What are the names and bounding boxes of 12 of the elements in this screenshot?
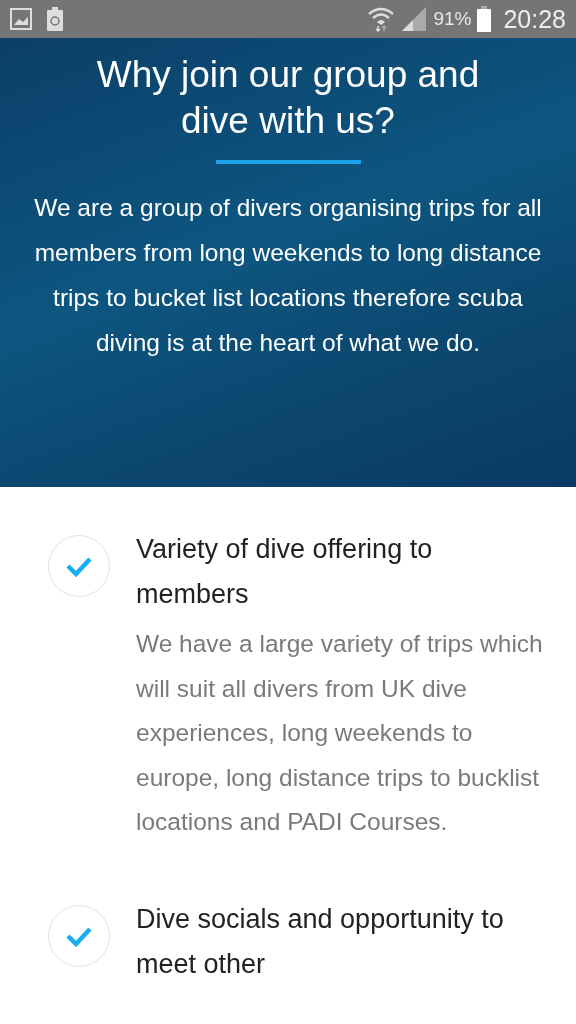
feature-title: Dive socials and opportunity to meet other [136,902,505,981]
battery-icon [477,6,492,32]
section-heading: Why join our group and dive with us? [95,53,481,143]
image-icon [10,8,32,30]
battery-percentage: 91% [433,8,472,30]
intro-paragraph: We are a group of divers organising trips for all members from long weekends to long distance trips to bucket list locations therefore scuba diving is at the heart of what we do. [33,193,543,358]
feature-description: We have a large variety of trips which will suit all divers from UK dive experiences, long weekends to europe, long distance trips to bucklist locations and PADI Courses. [136,629,544,837]
wifi-icon [367,6,396,32]
feature-title: Variety of dive offering to members [136,533,434,611]
clock-time: 20:28 [503,4,566,34]
signal-icon [401,6,428,32]
battery-recycle-icon [46,7,64,31]
